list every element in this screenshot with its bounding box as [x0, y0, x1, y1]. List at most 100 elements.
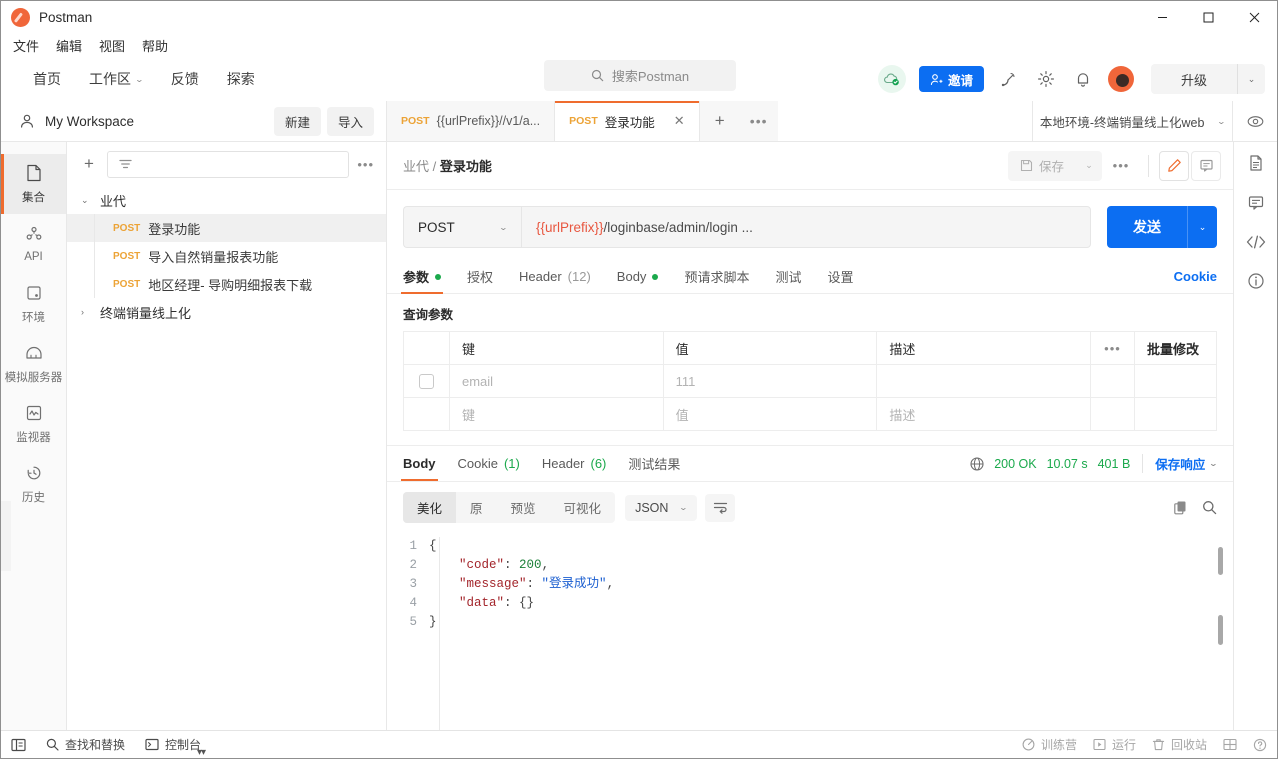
request-tab-0[interactable]: POST {{urlPrefix}}//v1/a...: [387, 101, 556, 141]
close-icon[interactable]: ✕: [674, 113, 685, 129]
collections-more-options[interactable]: •••: [357, 157, 374, 172]
send-button[interactable]: 发送: [1107, 206, 1187, 248]
sidebar-item-api[interactable]: API: [1, 214, 66, 274]
search-input[interactable]: 搜索Postman: [544, 60, 736, 91]
row-options[interactable]: [1090, 364, 1135, 398]
menu-item-help[interactable]: 帮助: [142, 36, 168, 55]
tab-body[interactable]: Body: [617, 260, 659, 294]
response-tab-test-results[interactable]: 测试结果: [628, 447, 680, 481]
save-caret-icon[interactable]: ⌄: [1076, 151, 1102, 181]
tree-request-import-report[interactable]: POST 导入自然销量报表功能: [67, 242, 386, 270]
comment-icon[interactable]: [1191, 150, 1221, 181]
scrollbar-thumb[interactable]: [1218, 547, 1223, 575]
save-button[interactable]: 保存: [1008, 156, 1076, 175]
workspace-name[interactable]: My Workspace: [45, 114, 134, 129]
tab-pre-request-script[interactable]: 预请求脚本: [684, 260, 749, 294]
row-key[interactable]: 键: [449, 397, 664, 431]
scrollbar-thumb[interactable]: [1218, 615, 1223, 645]
tab-more-options[interactable]: •••: [740, 101, 778, 141]
trash-button[interactable]: 回收站: [1152, 736, 1207, 753]
view-mode-pretty[interactable]: 美化: [403, 492, 457, 523]
wrap-lines-icon[interactable]: [705, 493, 736, 522]
gear-icon[interactable]: [1034, 67, 1058, 91]
method-selector[interactable]: POST ⌄: [403, 206, 521, 248]
sidebar-item-collections[interactable]: 集合: [1, 154, 66, 214]
request-more-options[interactable]: •••: [1104, 158, 1138, 173]
tab-params[interactable]: 参数: [400, 260, 444, 294]
tree-folder-terminal-sales[interactable]: › 终端销量线上化: [67, 298, 386, 326]
new-tab-button[interactable]: +: [700, 101, 740, 141]
new-button[interactable]: 新建: [273, 106, 321, 136]
upgrade-caret-icon[interactable]: ⌄: [1237, 64, 1265, 94]
response-body-viewer[interactable]: 1 { 2 "code": 200, 3 "message": "登录成功", …: [387, 531, 1233, 730]
row-options[interactable]: [1090, 397, 1135, 431]
code-icon[interactable]: [1246, 234, 1266, 250]
nav-item-feedback[interactable]: 反馈: [157, 65, 213, 93]
row-value[interactable]: 值: [663, 397, 878, 431]
sidebar-item-environments[interactable]: 环境: [1, 274, 66, 334]
environment-quick-look-icon[interactable]: [1232, 101, 1277, 141]
comment-icon[interactable]: [1247, 194, 1265, 212]
bell-icon[interactable]: [1071, 67, 1095, 91]
nav-item-home[interactable]: 首页: [19, 65, 75, 93]
minimize-button[interactable]: [1139, 1, 1185, 33]
response-tab-cookie[interactable]: Cookie (1): [458, 447, 520, 481]
row-value[interactable]: 111: [663, 364, 878, 398]
maximize-button[interactable]: [1185, 1, 1231, 33]
sync-status-icon[interactable]: [877, 65, 906, 93]
params-header-options[interactable]: •••: [1090, 331, 1135, 365]
view-mode-raw[interactable]: 原: [456, 492, 497, 523]
tree-request-login[interactable]: POST 登录功能: [67, 214, 386, 242]
find-and-replace-button[interactable]: 查找和替换: [46, 736, 125, 753]
bootcamp-button[interactable]: 训练营: [1022, 736, 1077, 753]
copy-icon[interactable]: [1173, 500, 1188, 515]
layout-button[interactable]: [1223, 738, 1237, 751]
sidebar-item-monitors[interactable]: 监视器: [1, 394, 66, 454]
response-tab-body[interactable]: Body: [401, 447, 437, 481]
help-button[interactable]: [1253, 738, 1267, 752]
send-caret-icon[interactable]: ⌄: [1187, 206, 1217, 248]
invite-button[interactable]: 邀请: [918, 66, 984, 92]
sidebar-toggle-button[interactable]: [11, 738, 26, 752]
console-button[interactable]: 控制台: [145, 736, 201, 753]
url-input[interactable]: {{urlPrefix}}/loginbase/admin/login ...: [521, 206, 1091, 248]
tab-settings[interactable]: 设置: [827, 260, 853, 294]
tree-request-manager-report[interactable]: POST 地区经理- 导购明细报表下载: [67, 270, 386, 298]
tree-folder-yedai[interactable]: ⌄ 业代: [67, 186, 386, 214]
environment-selector[interactable]: 本地环境-终端销量线上化web ⌄: [1032, 101, 1232, 141]
table-row[interactable]: 键 值 描述: [403, 397, 1217, 431]
edit-pencil-icon[interactable]: [1159, 150, 1189, 181]
tab-headers[interactable]: Header (12): [519, 260, 591, 294]
response-tab-header[interactable]: Header (6): [542, 447, 607, 481]
menu-item-view[interactable]: 视图: [99, 36, 125, 55]
request-tab-1[interactable]: POST 登录功能 ✕: [555, 101, 700, 141]
close-button[interactable]: [1231, 1, 1277, 33]
table-row[interactable]: email 111: [403, 364, 1217, 398]
add-collection-button[interactable]: +: [79, 154, 99, 174]
nav-item-workspaces[interactable]: 工作区 ⌄: [75, 65, 157, 93]
menu-item-edit[interactable]: 编辑: [56, 36, 82, 55]
row-key[interactable]: email: [449, 364, 664, 398]
tab-authorization[interactable]: 授权: [467, 260, 493, 294]
save-response-button[interactable]: 保存响应 ⌄: [1142, 454, 1218, 473]
view-mode-visualize[interactable]: 可视化: [550, 492, 616, 523]
breadcrumb-parent[interactable]: 业代: [403, 159, 429, 174]
runner-button[interactable]: 运行: [1093, 736, 1136, 753]
row-description[interactable]: [876, 364, 1091, 398]
avatar[interactable]: [1107, 66, 1134, 92]
cookies-link[interactable]: Cookie: [1174, 269, 1217, 284]
import-button[interactable]: 导入: [326, 106, 374, 136]
resize-handle[interactable]: ▾▾: [197, 747, 206, 758]
collections-filter-input[interactable]: [107, 150, 350, 178]
menu-item-file[interactable]: 文件: [13, 36, 39, 55]
view-mode-preview[interactable]: 预览: [497, 492, 550, 523]
response-format-selector[interactable]: JSON ⌄: [625, 494, 698, 521]
search-icon[interactable]: [1202, 500, 1217, 515]
sidebar-item-mock-servers[interactable]: 模拟服务器: [1, 334, 66, 394]
row-checkbox-cell[interactable]: [403, 364, 450, 398]
checkbox-icon[interactable]: [419, 374, 434, 390]
bulk-edit-button[interactable]: 批量修改: [1134, 331, 1217, 365]
upgrade-button[interactable]: 升级: [1151, 70, 1237, 89]
row-description[interactable]: 描述: [876, 397, 1091, 431]
tab-tests[interactable]: 测试: [775, 260, 801, 294]
